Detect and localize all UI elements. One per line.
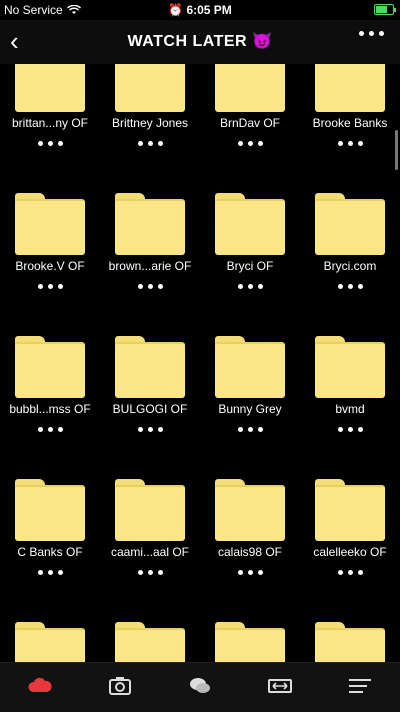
folder-item[interactable]: bvmd (300, 288, 400, 432)
folder-icon[interactable] (15, 479, 85, 541)
folder-label: C Banks OF (17, 545, 83, 559)
folder-item[interactable]: calelleeko OF (300, 431, 400, 575)
folder-icon[interactable] (215, 622, 285, 662)
folder-icon[interactable] (115, 622, 185, 662)
folder-icon[interactable] (15, 336, 85, 398)
folder-label: Bunny Grey (218, 402, 282, 416)
folder-icon[interactable] (215, 336, 285, 398)
folder-icon[interactable] (15, 622, 85, 662)
tab-menu[interactable] (320, 673, 400, 704)
folder-label: Brooke.V OF (15, 259, 85, 273)
folder-item[interactable]: brittan...ny OF (0, 64, 100, 146)
transfer-icon (268, 679, 292, 693)
folder-item[interactable]: Bryci OF (200, 145, 300, 289)
status-time: 6:05 PM (186, 3, 232, 17)
tab-transfer[interactable] (240, 673, 320, 704)
folder-item[interactable] (200, 574, 300, 662)
folder-icon[interactable] (215, 479, 285, 541)
folder-item[interactable]: Brittney Jones (100, 64, 200, 146)
folder-icon[interactable] (115, 479, 185, 541)
folder-icon[interactable] (315, 479, 385, 541)
folder-item[interactable]: Brooke Banks (300, 64, 400, 146)
tab-chat[interactable] (160, 673, 240, 704)
more-dot (379, 31, 384, 36)
folder-item[interactable] (0, 574, 100, 662)
folder-icon[interactable] (15, 64, 85, 112)
folder-icon[interactable] (315, 336, 385, 398)
folder-item[interactable]: Bunny Grey (200, 288, 300, 432)
folder-label: calelleeko OF (313, 545, 387, 559)
menu-icon (349, 679, 371, 693)
status-right (374, 4, 396, 15)
tab-cloud[interactable] (0, 673, 80, 704)
folder-item[interactable]: Brooke.V OF (0, 145, 100, 289)
folder-label: BULGOGI OF (112, 402, 188, 416)
camera-icon (109, 677, 131, 695)
folder-item[interactable]: BrnDav OF (200, 64, 300, 146)
alarm-icon: ⏰ (168, 3, 187, 17)
more-dot (369, 31, 374, 36)
more-options-button[interactable] (359, 31, 384, 36)
folder-icon[interactable] (15, 193, 85, 255)
folder-label: caami...aal OF (110, 545, 190, 559)
folder-item[interactable]: caami...aal OF (100, 431, 200, 575)
chat-icon (190, 678, 210, 693)
folder-icon[interactable] (115, 64, 185, 112)
folder-label: bvmd (335, 402, 365, 416)
folder-label: calais98 OF (217, 545, 283, 559)
folder-item[interactable]: C Banks OF (0, 431, 100, 575)
folder-item[interactable]: calais98 OF (200, 431, 300, 575)
folder-icon[interactable] (215, 193, 285, 255)
nav-header: ‹ WATCH LATER 😈 (0, 20, 400, 64)
folder-icon[interactable] (315, 193, 385, 255)
folder-item[interactable]: BULGOGI OF (100, 288, 200, 432)
folder-label: Brooke Banks (312, 116, 388, 130)
tab-bar (0, 662, 400, 712)
folder-label: BrnDav OF (219, 116, 280, 130)
battery-icon (374, 4, 396, 15)
folder-label: Bryci.com (323, 259, 377, 273)
folder-item[interactable]: bubbl...mss OF (0, 288, 100, 432)
status-time-wrap: ⏰ 6:05 PM (0, 3, 400, 17)
folder-icon[interactable] (215, 64, 285, 112)
scrollbar[interactable] (395, 130, 398, 170)
folder-icon[interactable] (315, 64, 385, 112)
folder-label: Bryci OF (226, 259, 274, 273)
folder-icon[interactable] (115, 336, 185, 398)
folder-label: brittan...ny OF (11, 116, 89, 130)
folder-label: brown...arie OF (108, 259, 192, 273)
folder-item[interactable]: Bryci.com (300, 145, 400, 289)
folder-icon[interactable] (115, 193, 185, 255)
page-title: WATCH LATER 😈 (127, 33, 273, 50)
folder-label: bubbl...mss OF (9, 402, 91, 416)
more-dot (359, 31, 364, 36)
folder-item[interactable] (100, 574, 200, 662)
cloud-icon (28, 677, 52, 692)
folder-icon[interactable] (315, 622, 385, 662)
folder-item[interactable]: brown...arie OF (100, 145, 200, 289)
status-bar: No Service ⏰ 6:05 PM (0, 0, 400, 20)
folder-grid[interactable]: brittan...ny OF Brittney Jones BrnDav OF Br… (0, 64, 400, 662)
tab-camera[interactable] (80, 673, 160, 704)
folder-label: Brittney Jones (111, 116, 189, 130)
folder-item[interactable] (300, 574, 400, 662)
